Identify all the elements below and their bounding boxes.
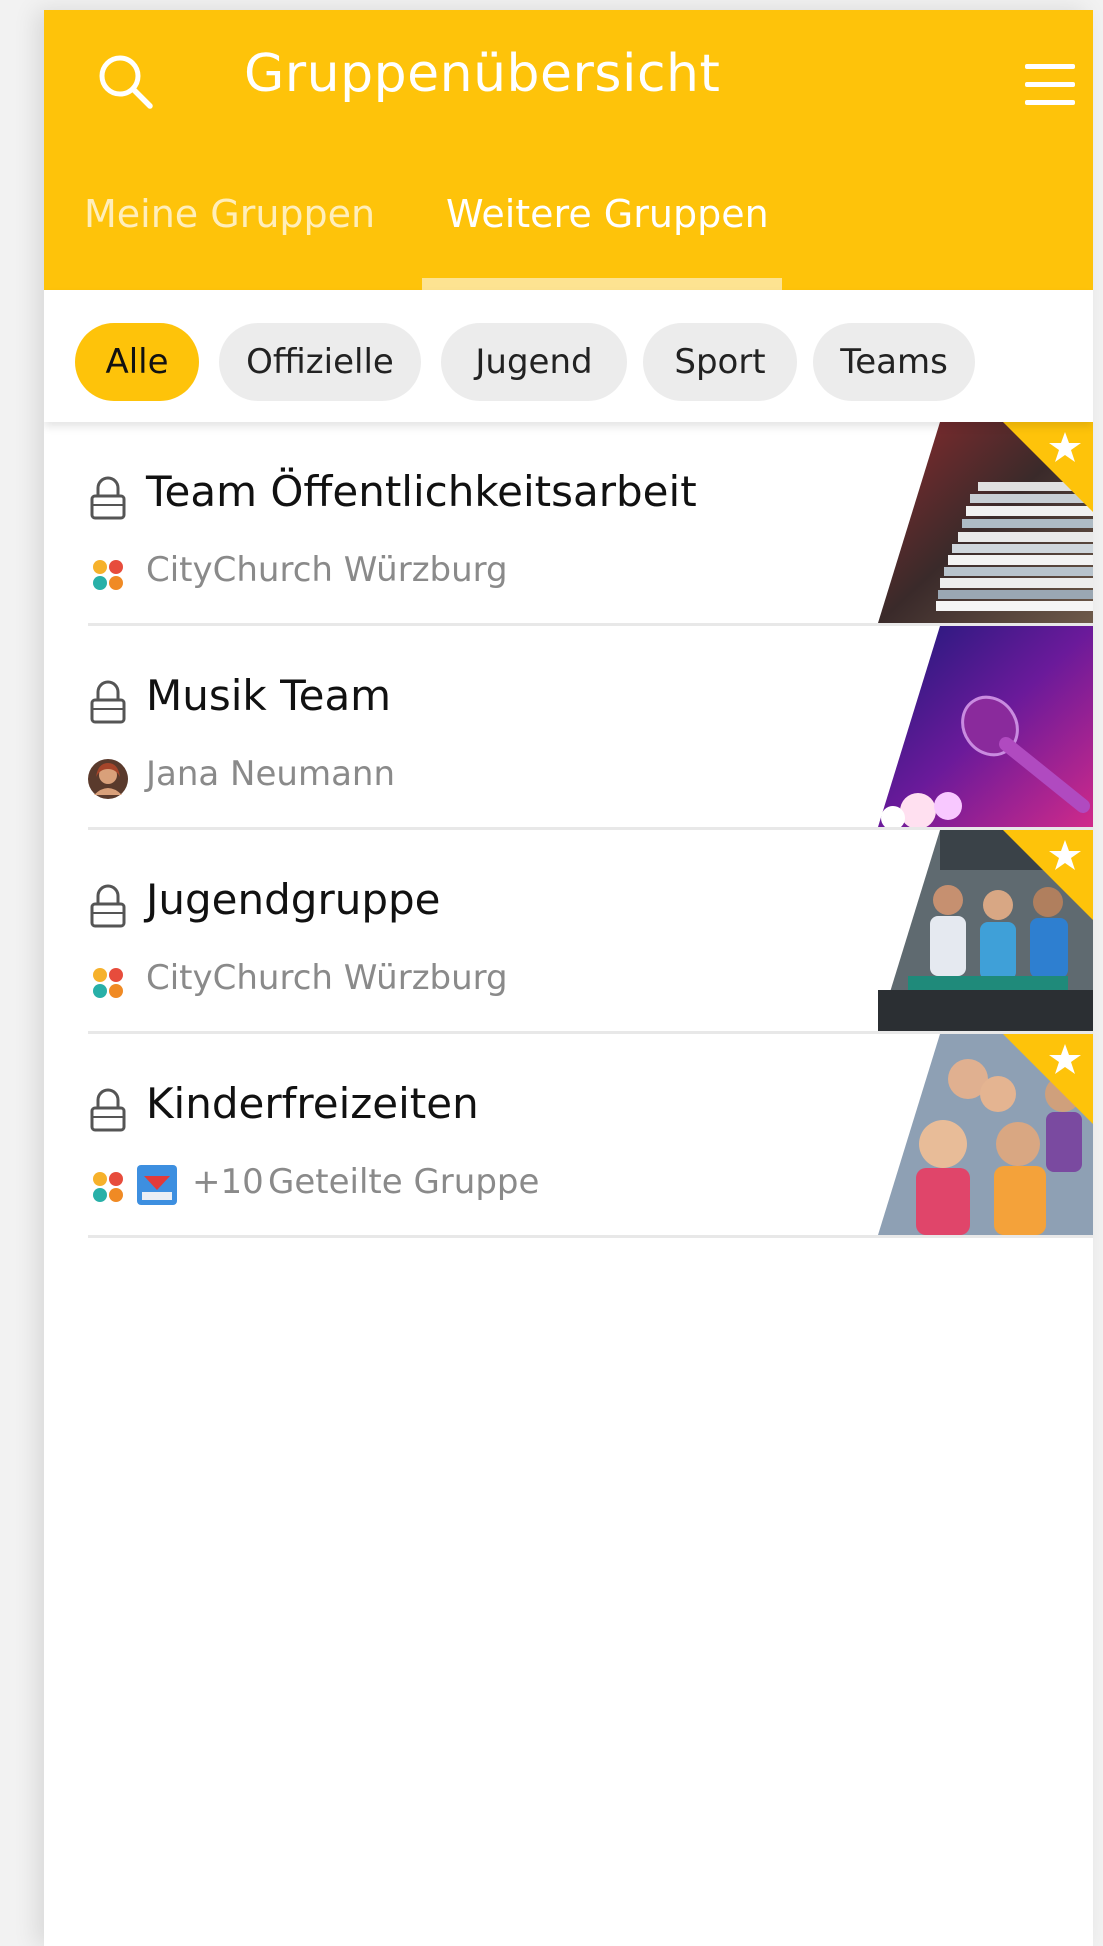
citychurch-logo-icon [93,560,123,590]
citychurch-logo-icon [93,968,123,998]
app-screen: Gruppenübersicht Meine Gruppen Weitere G… [44,10,1093,1946]
shared-count: +10 [192,1162,264,1202]
citychurch-logo-icon [93,1172,123,1202]
group-owner: CityChurch Würzburg [146,958,508,998]
user-avatar [88,759,128,799]
page-title: Gruppenübersicht [244,44,721,104]
search-icon[interactable] [92,48,162,118]
group-owner: CityChurch Würzburg [146,550,508,590]
filter-chip-sport[interactable]: Sport [643,323,797,401]
filter-chip-offizielle[interactable]: Offizielle [219,323,421,401]
group-row[interactable]: Musik Team Jana Neumann [44,626,1093,830]
microphone-image [878,626,1093,827]
filter-chip-teams[interactable]: Teams [813,323,975,401]
group-title: Musik Team [146,671,392,720]
lock-icon [90,476,126,520]
tab-weitere-gruppen[interactable]: Weitere Gruppen [446,192,769,236]
tab-meine-gruppen[interactable]: Meine Gruppen [84,192,375,236]
favorite-star-icon[interactable] [1003,1034,1093,1124]
group-owner: Geteilte Gruppe [268,1162,540,1202]
group-row[interactable]: Kinderfreizeiten +10 Geteilte Gruppe [44,1034,1093,1238]
filter-chip-bar: Alle Offizielle Jugend Sport Teams [44,290,1093,422]
lock-icon [90,680,126,724]
group-title: Jugendgruppe [146,875,441,924]
hamburger-menu-icon[interactable] [1015,52,1085,118]
favorite-star-icon[interactable] [1003,422,1093,512]
lock-icon [90,1088,126,1132]
partner-logo-icon [137,1165,177,1205]
group-title: Team Öffentlichkeitsarbeit [146,467,697,516]
group-owner: Jana Neumann [146,754,396,794]
filter-chip-jugend[interactable]: Jugend [441,323,627,401]
group-row[interactable]: Jugendgruppe CityChurch Würzburg [44,830,1093,1034]
favorite-star-icon[interactable] [1003,830,1093,920]
lock-icon [90,884,126,928]
group-row[interactable]: Team Öffentlichkeitsarbeit CityChurch Wü… [44,422,1093,626]
row-divider [88,1235,1093,1238]
group-title: Kinderfreizeiten [146,1079,479,1128]
filter-chip-alle[interactable]: Alle [75,323,199,401]
app-bar: Gruppenübersicht Meine Gruppen Weitere G… [44,10,1093,290]
active-tab-indicator [422,278,782,290]
